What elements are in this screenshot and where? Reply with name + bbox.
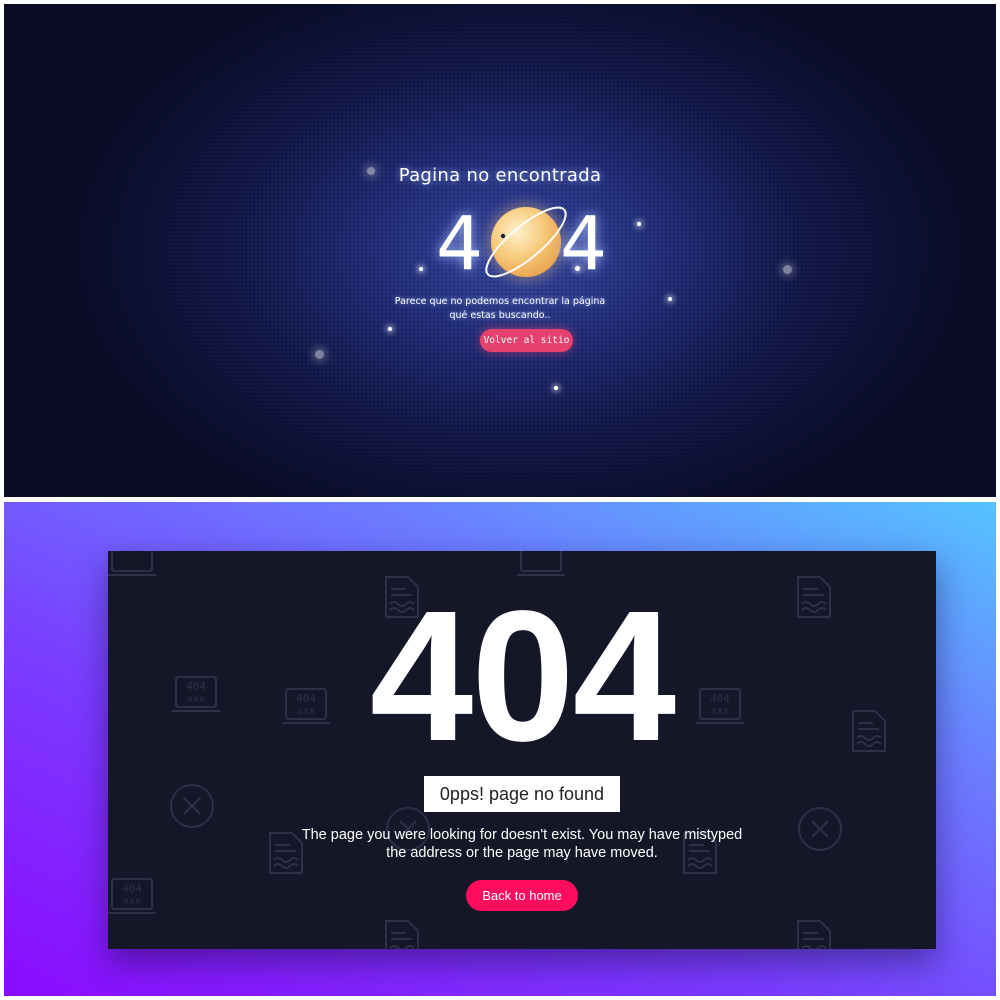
back-to-home-button[interactable]: Back to home xyxy=(466,880,578,911)
star xyxy=(419,267,423,271)
star xyxy=(554,386,558,390)
page-title: Pagina no encontrada xyxy=(398,165,602,186)
laptop-404-icon: xxx xyxy=(108,551,157,576)
icon-label: 404 xyxy=(122,882,142,895)
close-circle-icon xyxy=(798,807,842,851)
back-to-site-button[interactable]: Volver al sitio xyxy=(480,329,573,352)
star xyxy=(783,265,792,274)
star xyxy=(388,327,392,331)
description-line: Parece que no podemos encontrar la págin… xyxy=(394,296,606,307)
document-icon xyxy=(797,920,831,949)
error-card: xxx xxx 404 xxx 404 xxx 404 xxx xyxy=(108,551,936,949)
space-404-panel: Pagina no encontrada 4 4 Parece que no p… xyxy=(4,4,996,497)
gradient-404-panel: xxx xxx 404 xxx 404 xxx 404 xxx xyxy=(4,502,996,996)
laptop-404-icon: xxx xyxy=(516,551,566,576)
document-icon xyxy=(385,920,419,949)
star xyxy=(637,222,641,226)
error-digit-right: 4 xyxy=(560,201,608,287)
error-description: Parece que no podemos encontrar la págin… xyxy=(4,295,996,323)
error-subtitle: 0pps! page no found xyxy=(424,776,620,812)
error-code-heading: 404 xyxy=(369,573,676,780)
error-description: The page you were looking for doesn't ex… xyxy=(258,826,786,862)
laptop-404-icon: 404 xxx xyxy=(108,878,157,914)
icon-label: xxx xyxy=(532,551,550,554)
close-circle-icon xyxy=(170,784,214,828)
icon-label: xxx xyxy=(123,896,141,907)
icon-label: xxx xyxy=(123,551,141,554)
star xyxy=(315,350,324,359)
description-line: the address or the page may have moved. xyxy=(386,845,658,861)
description-line: qué estas buscando.. xyxy=(449,310,551,321)
description-line: The page you were looking for doesn't ex… xyxy=(301,827,743,843)
